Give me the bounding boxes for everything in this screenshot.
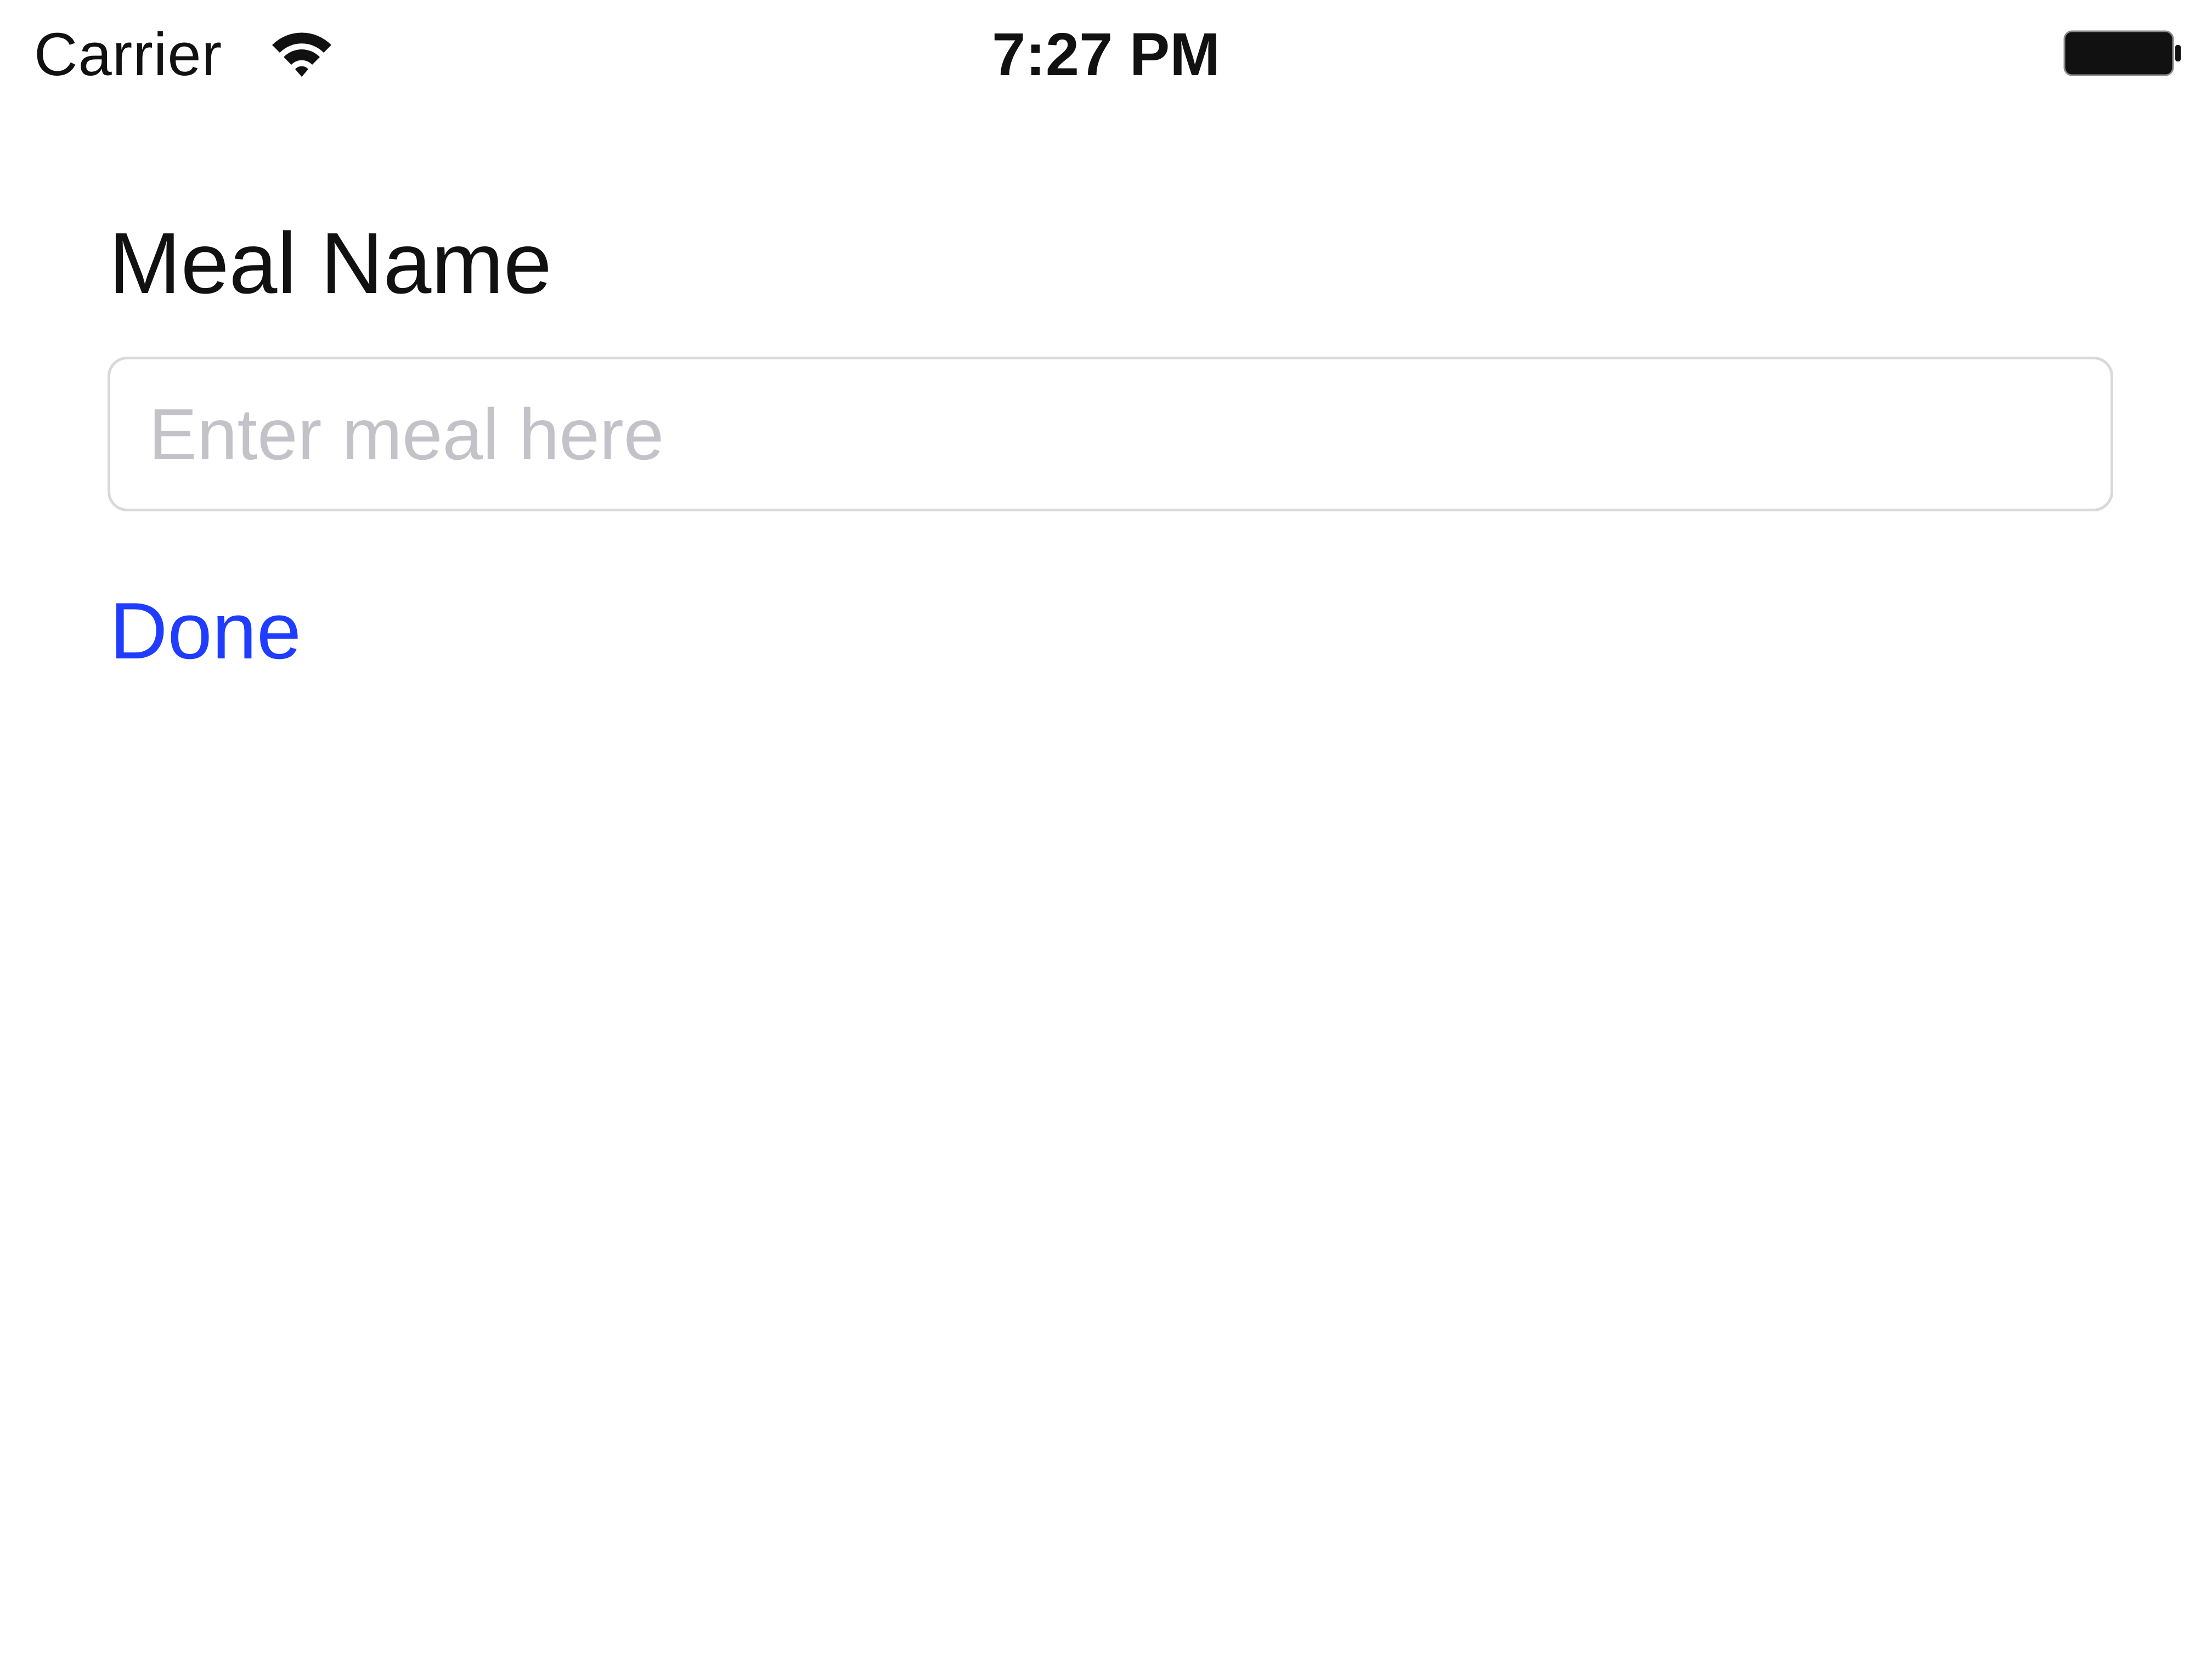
status-time: 7:27 PM xyxy=(992,21,1220,88)
done-button[interactable]: Done xyxy=(110,587,301,675)
meal-name-input[interactable] xyxy=(108,357,2113,511)
status-bar: Carrier 7:27 PM xyxy=(0,0,2212,110)
battery-full-icon xyxy=(2063,30,2181,76)
meal-name-label: Meal Name xyxy=(109,215,552,312)
